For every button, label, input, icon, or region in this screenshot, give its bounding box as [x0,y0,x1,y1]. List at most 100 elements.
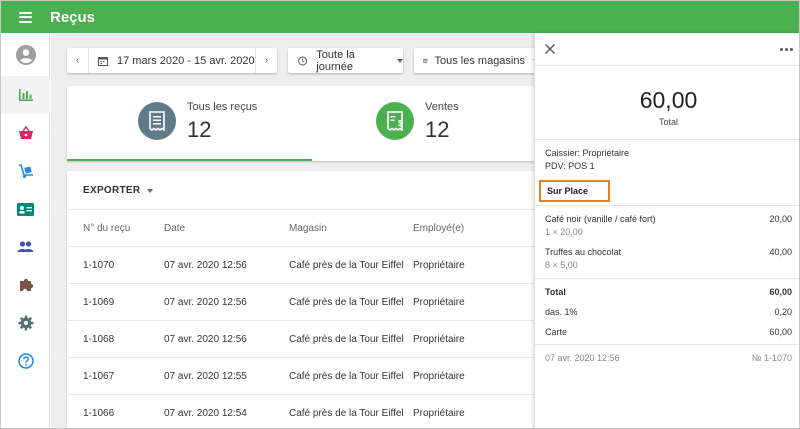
basket-icon [18,126,33,139]
help-icon [17,353,34,369]
export-label: EXPORTER [83,185,141,196]
receipt-number: 1-1068 [83,334,115,345]
receipt-date: 07 avr. 2020 12:54 [164,408,247,419]
nav-settings[interactable] [1,304,50,342]
receipt-employee: Propriétaire [413,334,465,345]
divider [535,139,799,140]
chevron-down-icon [147,188,154,193]
time-filter-label: Toute la journée [316,48,355,73]
payment-label: Carte [545,327,568,337]
menu-icon[interactable] [19,11,32,23]
item-detail: 1 × 20,00 [545,227,583,237]
receipt-store: Café près de la Tour Eiffel [289,260,404,271]
receipt-total: 60,00 [639,87,698,113]
column-header[interactable]: N° du reçu [83,223,130,234]
receipt-total-label: Total [658,117,678,127]
chevron-right-icon[interactable]: › [255,48,277,73]
date-range-filter[interactable]: ‹ 17 mars 2020 - 15 avr. 2020 › [67,48,277,73]
table-row[interactable]: 1-1066 07 avr. 2020 12:54 Café près de l… [67,395,537,428]
summary-total-label: Total [545,287,566,297]
receipt-store: Café près de la Tour Eiffel [289,334,404,345]
top-bar: Reçus [1,1,799,33]
summary-total: 60,00 [769,287,792,297]
dining-option: Sur Place [539,180,610,202]
item-name: Café noir (vanille / café fort) [545,214,656,224]
nav-help[interactable] [1,342,50,380]
item-price: 20,00 [769,214,792,224]
nav-integrations[interactable] [1,266,50,304]
people-icon [17,241,34,252]
nav-account[interactable] [1,36,50,74]
puzzle-icon [19,278,33,291]
receipt-employee: Propriétaire [413,408,465,419]
item-price: 40,00 [769,247,792,257]
store-filter[interactable]: Tous les magasins [414,48,539,73]
receipt-employee: Propriétaire [413,371,465,382]
stat-value: 12 [425,117,450,142]
chevron-down-icon [397,58,403,63]
receipt-date: 07 avr. 2020 12:56 [164,297,247,308]
nav-employees[interactable] [1,190,50,228]
receipt-employee: Propriétaire [413,260,465,271]
receipt-number: 1-1070 [83,260,115,271]
divider [535,344,799,345]
receipts-table: EXPORTER N° du reçu Date Magasin Employé… [67,171,537,428]
receipt-number: 1-1069 [83,297,115,308]
nav-items[interactable] [1,114,50,152]
clock-icon [298,56,308,65]
table-header: N° du reçu Date Magasin Employé(e) [67,209,537,247]
column-header[interactable]: Date [164,223,185,234]
payment-amount: 60,00 [769,327,792,337]
more-options-icon[interactable] [780,48,793,51]
stat-label: Tous les reçus [187,101,258,113]
receipt-store: Café près de la Tour Eiffel [289,408,404,419]
tax-amount: 0,20 [774,307,792,317]
store-filter-label: Tous les magasins [434,54,526,67]
chevron-left-icon[interactable]: ‹ [67,48,89,73]
nav-inventory[interactable] [1,152,50,190]
item-detail: 8 × 5,00 [545,260,578,270]
nav-reports[interactable] [1,76,50,114]
dolly-icon [18,164,33,178]
nav-customers[interactable] [1,228,50,266]
table-row[interactable]: 1-1069 07 avr. 2020 12:56 Café près de l… [67,284,537,321]
svg-text:$: $ [398,119,403,128]
divider [535,205,799,206]
account-icon [15,45,36,65]
divider [535,278,799,279]
receipt-date: 07 avr. 2020 12:56 [164,260,247,271]
table-row[interactable]: 1-1070 07 avr. 2020 12:56 Café près de l… [67,247,537,284]
table-row[interactable]: 1-1067 07 avr. 2020 12:55 Café près de l… [67,358,537,395]
calendar-icon [98,56,108,66]
tax-label: das. 1% [545,307,578,317]
gear-icon [18,315,33,331]
left-nav [1,33,50,428]
pos: PDV: POS 1 [545,161,595,171]
stats-card: Tous les reçus 12 $ Ventes 12 [67,86,537,161]
receipt-number: 1-1067 [83,371,115,382]
sales-receipt-icon: $ [376,102,414,140]
receipt-store: Café près de la Tour Eiffel [289,297,404,308]
id-card-icon [17,202,34,216]
stat-all-receipts[interactable]: Tous les reçus 12 [67,86,312,161]
column-header[interactable]: Employé(e) [413,223,464,234]
receipt-store: Café près de la Tour Eiffel [289,371,404,382]
panel-header [535,33,799,66]
receipt-number: 1-1066 [83,408,115,419]
stat-label: Ventes [425,101,459,113]
stat-value: 12 [187,117,212,142]
export-button[interactable]: EXPORTER [83,185,154,196]
receipt-number: № 1-1070 [751,353,792,363]
date-range-label: 17 mars 2020 - 15 avr. 2020 [117,54,255,67]
time-filter[interactable]: Toute la journée [288,48,403,73]
column-header[interactable]: Magasin [289,223,327,234]
page-title: Reçus [50,8,96,26]
app-frame: Reçus ‹ 17 mars 2020 - 15 avr. 2020 › To… [0,0,800,429]
active-stat-indicator [67,159,312,161]
close-icon[interactable] [544,43,556,55]
table-row[interactable]: 1-1068 07 avr. 2020 12:56 Café près de l… [67,321,537,358]
bar-chart-icon [18,89,33,101]
store-icon [423,58,428,63]
stat-sales[interactable]: $ Ventes 12 [312,86,537,161]
receipt-date: 07 avr. 2020 12:55 [164,371,247,382]
